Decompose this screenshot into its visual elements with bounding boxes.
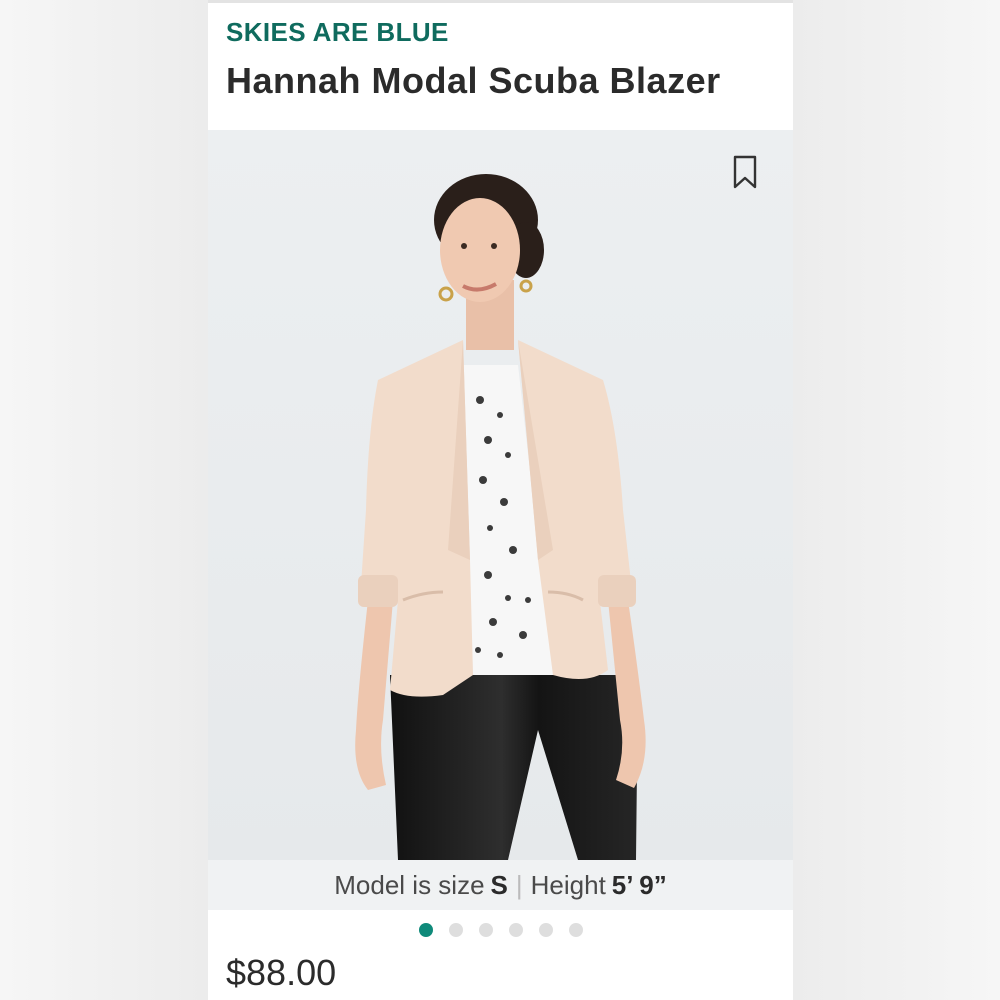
backdrop-right [792,0,1000,1000]
model-height-value: 5’ 9” [611,869,667,900]
product-image[interactable] [208,130,793,860]
brand-name[interactable]: SKIES ARE BLUE [226,17,449,48]
caption-separator: | [515,869,523,900]
model-size-label: Model is size [334,869,485,900]
carousel-dot[interactable] [508,923,523,937]
carousel-dot[interactable] [448,923,463,937]
carousel-dot[interactable] [538,923,553,937]
bookmark-button[interactable] [730,154,760,190]
model-height-label: Height [530,869,606,900]
product-title: Hannah Modal Scuba Blazer [226,60,721,101]
carousel-dot[interactable] [418,923,433,937]
model-size-value: S [490,869,508,900]
backdrop-left [0,0,208,1000]
product-price: $88.00 [226,952,337,993]
carousel-pagination [208,920,793,940]
carousel-dot[interactable] [568,923,583,937]
top-divider [208,0,793,3]
model-illustration [208,130,793,860]
bookmark-icon [733,155,757,189]
product-card: SKIES ARE BLUE Hannah Modal Scuba Blazer [208,0,793,1000]
carousel-dot[interactable] [478,923,493,937]
model-info-caption: Model is size S | Height 5’ 9” [208,860,793,910]
